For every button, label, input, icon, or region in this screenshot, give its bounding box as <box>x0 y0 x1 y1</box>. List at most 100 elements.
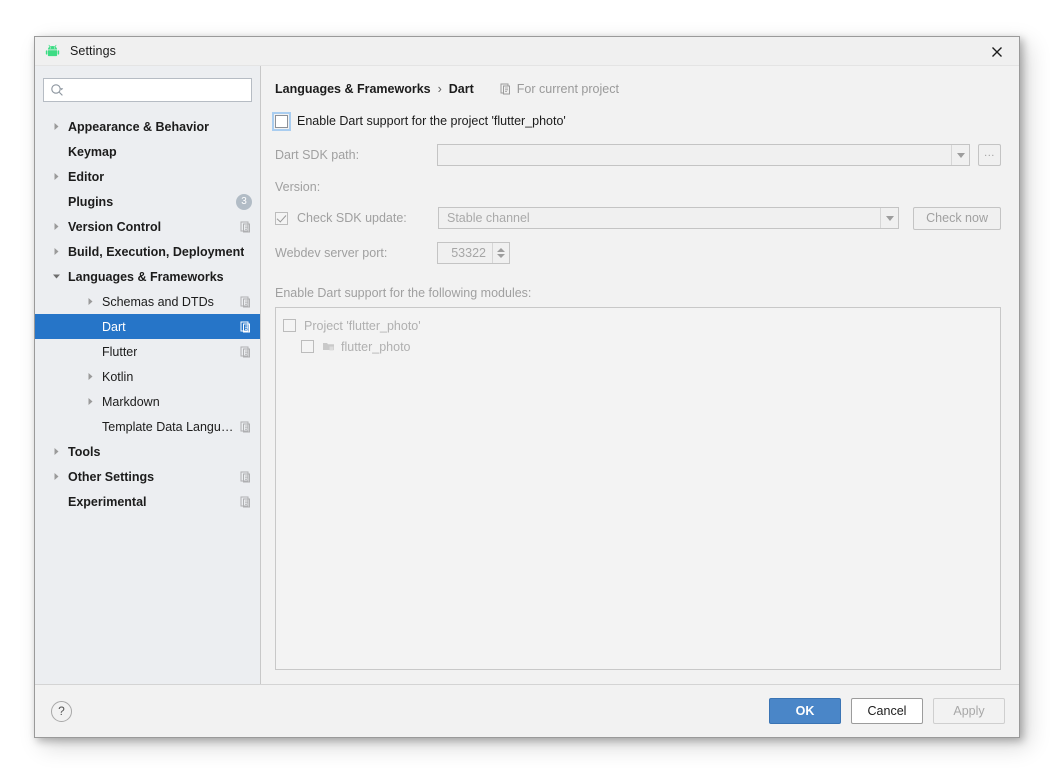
for-current-project-label: For current project <box>500 82 619 96</box>
sidebar-item-version-control[interactable]: Version Control <box>35 214 260 239</box>
chevron-down-icon[interactable] <box>48 272 64 281</box>
check-sdk-update-row: Check SDK update: Stable channel Check n… <box>275 206 1001 230</box>
sidebar-item-template-data-languages[interactable]: Template Data Languages <box>35 414 260 439</box>
android-icon <box>45 44 60 56</box>
copy-icon <box>240 296 252 308</box>
sidebar-item-keymap[interactable]: Keymap <box>35 139 260 164</box>
sidebar-item-flutter[interactable]: Flutter <box>35 339 260 364</box>
search-box[interactable] <box>43 78 252 102</box>
for-current-project-text: For current project <box>516 82 619 96</box>
module-label: Project 'flutter_photo' <box>304 318 421 333</box>
module-icon <box>322 340 335 353</box>
sidebar-item-tools[interactable]: Tools <box>35 439 260 464</box>
dialog-footer: ? OK Cancel Apply <box>35 684 1019 737</box>
stepper-up-icon[interactable] <box>497 248 505 252</box>
plugins-update-badge: 3 <box>236 193 252 210</box>
search-icon <box>51 83 64 96</box>
sidebar-item-label: Flutter <box>102 344 138 359</box>
help-button[interactable]: ? <box>51 700 72 722</box>
chevron-down-icon[interactable] <box>951 145 969 165</box>
check-sdk-update-checkbox[interactable] <box>275 211 288 225</box>
webdev-port-value[interactable]: 53322 <box>438 243 492 263</box>
chevron-right-icon[interactable] <box>48 122 64 131</box>
enable-dart-label: Enable Dart support for the project 'flu… <box>297 114 566 128</box>
breadcrumb-separator: › <box>437 82 442 96</box>
apply-button[interactable]: Apply <box>933 698 1005 724</box>
sidebar-item-editor[interactable]: Editor <box>35 164 260 189</box>
webdev-port-stepper[interactable]: 53322 <box>437 242 510 264</box>
chevron-right-icon[interactable] <box>48 447 64 456</box>
stepper-buttons[interactable] <box>492 243 509 263</box>
sidebar-item-label: Keymap <box>68 144 117 159</box>
copy-icon <box>240 321 252 333</box>
sidebar-item-label: Experimental <box>68 494 147 509</box>
modules-panel: Project 'flutter_photo' flutter_photo <box>275 307 1001 670</box>
sidebar-item-label: Editor <box>68 169 105 184</box>
search-container <box>35 78 260 111</box>
settings-tree: Appearance & Behavior Keymap Editor Plugins… <box>35 111 260 684</box>
copy-icon <box>240 346 252 358</box>
sidebar-item-label: Kotlin <box>102 369 134 384</box>
search-input[interactable] <box>65 80 251 100</box>
webdev-port-row: Webdev server port: 53322 <box>275 241 1001 265</box>
modules-label: Enable Dart support for the following mo… <box>275 286 532 300</box>
chevron-right-icon[interactable] <box>48 472 64 481</box>
module-checkbox[interactable] <box>301 340 314 353</box>
module-row[interactable]: Project 'flutter_photo' <box>283 315 1000 336</box>
sidebar-item-label: Dart <box>102 319 126 334</box>
window-title: Settings <box>70 44 116 58</box>
sidebar-item-other-settings[interactable]: Other Settings <box>35 464 260 489</box>
chevron-right-icon[interactable] <box>48 172 64 181</box>
sdk-path-row: Dart SDK path: ... <box>275 144 1001 166</box>
ok-button[interactable]: OK <box>769 698 841 724</box>
sidebar-item-label: Other Settings <box>68 469 155 484</box>
enable-dart-checkbox[interactable] <box>272 111 291 131</box>
chevron-right-icon[interactable] <box>82 297 98 306</box>
title-bar: Settings <box>35 37 1019 66</box>
enable-dart-row[interactable]: Enable Dart support for the project 'flu… <box>272 111 1001 131</box>
sidebar-item-dart[interactable]: Dart <box>35 314 260 339</box>
sidebar-item-label: Build, Execution, Deployment <box>68 244 245 259</box>
sdk-channel-combo[interactable]: Stable channel <box>438 207 900 229</box>
sidebar-item-appearance-behavior[interactable]: Appearance & Behavior <box>35 114 260 139</box>
webdev-port-label: Webdev server port: <box>275 246 388 260</box>
module-row[interactable]: flutter_photo <box>283 336 1000 357</box>
cancel-button[interactable]: Cancel <box>851 698 923 724</box>
sdk-path-browse-button[interactable]: ... <box>978 144 1001 166</box>
close-icon[interactable] <box>974 37 1019 66</box>
sidebar-item-label: Appearance & Behavior <box>68 119 210 134</box>
copy-icon <box>240 421 252 433</box>
chevron-right-icon[interactable] <box>82 372 98 381</box>
sdk-path-combo[interactable] <box>437 144 970 166</box>
version-row: Version: <box>275 177 1001 197</box>
sidebar-item-label: Tools <box>68 444 101 459</box>
sidebar-item-label: Schemas and DTDs <box>102 294 214 309</box>
chevron-right-icon[interactable] <box>82 397 98 406</box>
sidebar-item-languages-frameworks[interactable]: Languages & Frameworks <box>35 264 260 289</box>
copy-icon <box>240 471 252 483</box>
chevron-right-icon[interactable] <box>48 247 64 256</box>
check-now-button[interactable]: Check now <box>913 206 1001 230</box>
settings-dialog: Settings Appearance & Behavior Keymap Ed… <box>34 36 1020 738</box>
sdk-channel-value: Stable channel <box>447 211 530 225</box>
module-checkbox[interactable] <box>283 319 296 332</box>
stepper-down-icon[interactable] <box>497 254 505 258</box>
chevron-down-icon[interactable] <box>880 208 898 228</box>
sidebar-item-schemas-and-dtds[interactable]: Schemas and DTDs <box>35 289 260 314</box>
chevron-right-icon[interactable] <box>48 222 64 231</box>
breadcrumb-parent[interactable]: Languages & Frameworks <box>275 82 431 96</box>
copy-icon <box>240 221 252 233</box>
dart-settings-panel: Languages & Frameworks › Dart For curren… <box>261 66 1019 684</box>
sidebar-item-label: Version Control <box>68 219 162 234</box>
sidebar-item-markdown[interactable]: Markdown <box>35 389 260 414</box>
sidebar-item-build-execution-deployment[interactable]: Build, Execution, Deployment <box>35 239 260 264</box>
sidebar-item-kotlin[interactable]: Kotlin <box>35 364 260 389</box>
sidebar-item-experimental[interactable]: Experimental <box>35 489 260 514</box>
sidebar-item-plugins[interactable]: Plugins 3 <box>35 189 260 214</box>
